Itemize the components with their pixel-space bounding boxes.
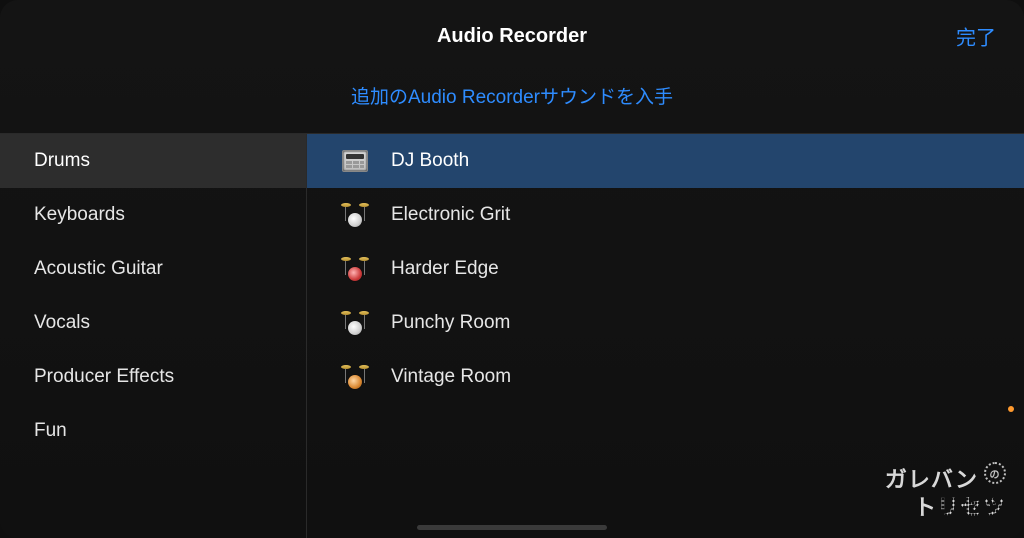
preset-item[interactable]: Harder Edge: [307, 242, 1024, 296]
drum-kit-icon: [341, 309, 369, 337]
body: Drums Keyboards Acoustic Guitar Vocals Produ…: [0, 134, 1024, 538]
category-sidebar: Drums Keyboards Acoustic Guitar Vocals Produ…: [0, 134, 307, 538]
drum-kit-icon: [341, 201, 369, 229]
app-root: Audio Recorder 完了 追加のAudio Recorderサウンドを…: [0, 0, 1024, 538]
speech-bubble-icon: の: [984, 462, 1006, 484]
home-indicator: [417, 525, 607, 530]
preset-label: Electronic Grit: [391, 204, 510, 226]
drum-kit-icon: [341, 363, 369, 391]
subheader-bar: 追加のAudio Recorderサウンドを入手: [0, 72, 1024, 118]
header-bar: Audio Recorder 完了: [0, 0, 1024, 72]
category-item[interactable]: Acoustic Guitar: [0, 242, 306, 296]
category-item[interactable]: Drums: [0, 134, 306, 188]
preset-label: Harder Edge: [391, 258, 499, 280]
category-label: Keyboards: [34, 204, 125, 226]
notification-dot-icon: [1008, 406, 1014, 412]
preset-item[interactable]: Electronic Grit: [307, 188, 1024, 242]
category-label: Fun: [34, 420, 67, 442]
category-label: Acoustic Guitar: [34, 258, 163, 280]
done-button[interactable]: 完了: [956, 22, 996, 51]
watermark-line2: トリセツ: [885, 490, 1006, 522]
category-item[interactable]: Keyboards: [0, 188, 306, 242]
category-item[interactable]: Fun: [0, 404, 306, 458]
category-label: Vocals: [34, 312, 90, 334]
preset-item[interactable]: Punchy Room: [307, 296, 1024, 350]
preset-label: Punchy Room: [391, 312, 510, 334]
watermark-text-2a: ト: [914, 495, 937, 520]
preset-item[interactable]: DJ Booth: [307, 134, 1024, 188]
category-item[interactable]: Vocals: [0, 296, 306, 350]
preset-label: Vintage Room: [391, 366, 511, 388]
category-label: Producer Effects: [34, 366, 174, 388]
category-label: Drums: [34, 150, 90, 172]
drum-kit-icon: [341, 255, 369, 283]
category-item[interactable]: Producer Effects: [0, 350, 306, 404]
page-title: Audio Recorder: [437, 25, 587, 48]
watermark: ガレバン の トリセツ: [885, 462, 1006, 522]
preset-item[interactable]: Vintage Room: [307, 350, 1024, 404]
get-more-sounds-link[interactable]: 追加のAudio Recorderサウンドを入手: [351, 82, 673, 109]
drum-machine-icon: [341, 147, 369, 175]
preset-label: DJ Booth: [391, 150, 469, 172]
watermark-text-2b: リセツ: [937, 495, 1006, 520]
